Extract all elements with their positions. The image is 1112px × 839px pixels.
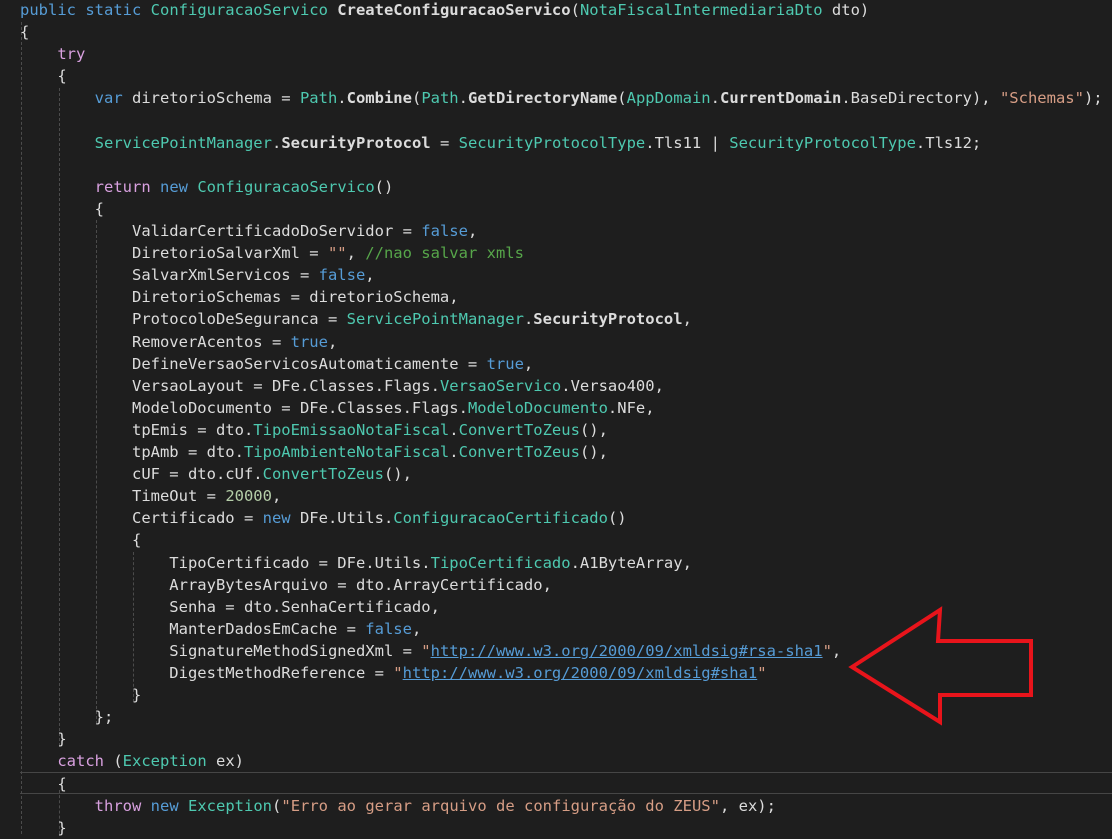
code-editor[interactable]: public static ConfiguracaoServico Create…	[0, 0, 1112, 837]
annotation-arrow	[848, 606, 1033, 726]
left-arrow-icon	[848, 606, 1033, 726]
